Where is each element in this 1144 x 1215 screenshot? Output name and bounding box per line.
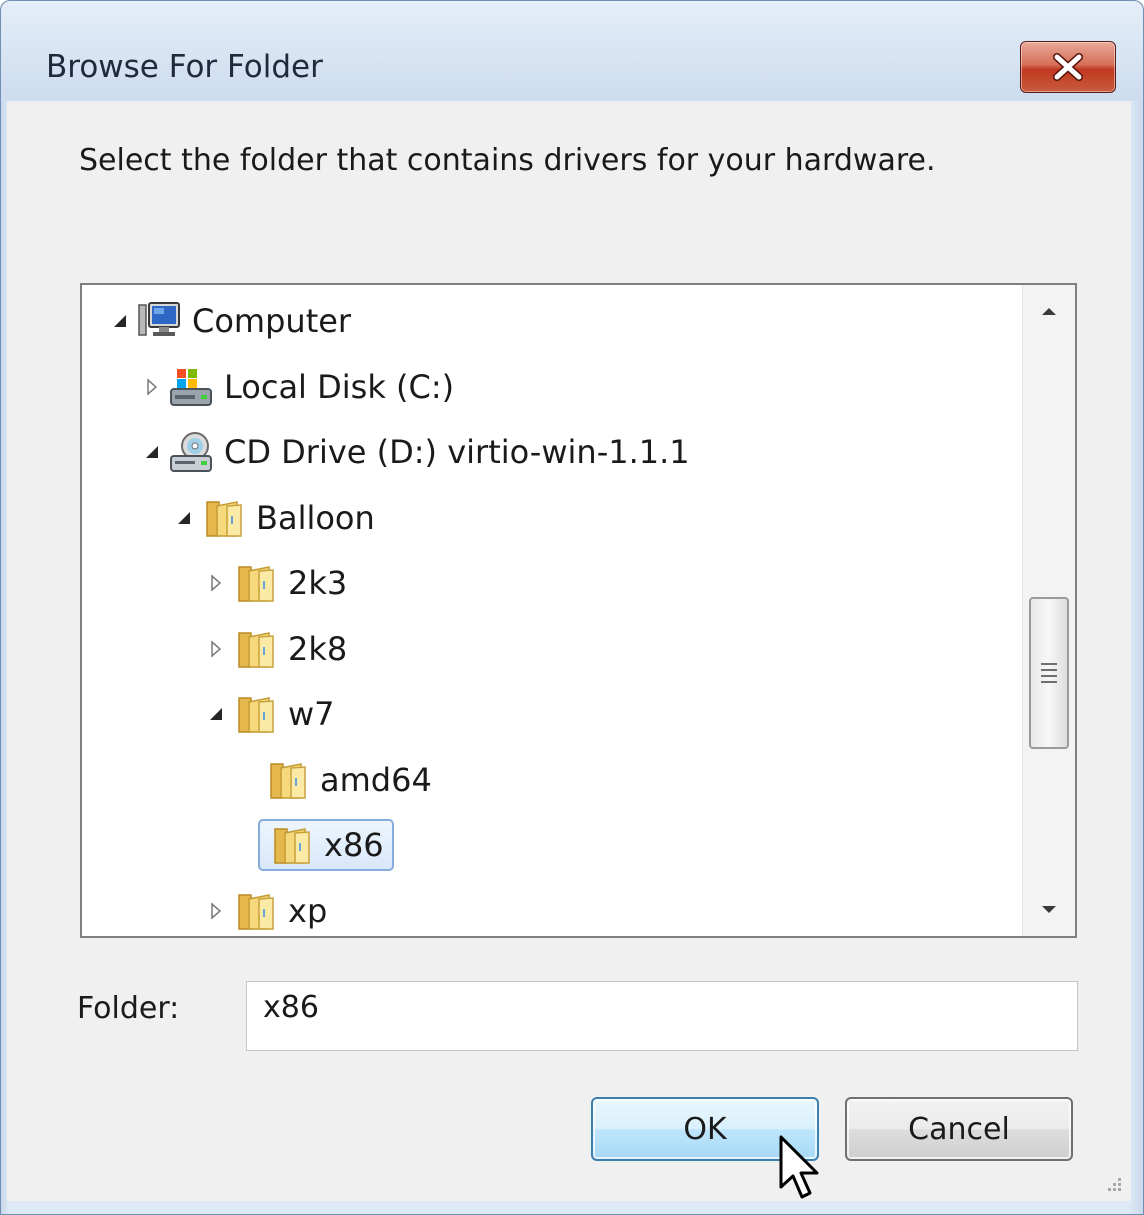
tree-item-content[interactable]: Computer	[130, 298, 351, 344]
browse-for-folder-dialog: Browse For Folder Select the folder that…	[0, 0, 1144, 1215]
local-disk-icon	[168, 364, 214, 410]
folder-input[interactable]	[246, 981, 1078, 1051]
scroll-down-button[interactable]	[1023, 884, 1075, 936]
tree-scrollbar[interactable]	[1022, 285, 1075, 936]
folder-icon	[232, 888, 278, 934]
scroll-thumb[interactable]	[1029, 597, 1069, 749]
collapsed-triangle-icon[interactable]	[206, 573, 226, 593]
computer-icon	[136, 298, 182, 344]
mouse-cursor-icon	[779, 1135, 819, 1199]
folder-icon	[232, 560, 278, 606]
tree-item-label: Local Disk (C:)	[224, 367, 455, 406]
expanded-triangle-icon[interactable]	[110, 311, 130, 331]
tree-item[interactable]: CD Drive (D:) virtio-win-1.1.1	[142, 422, 690, 482]
tree-item-content[interactable]: 2k3	[226, 560, 347, 606]
collapsed-triangle-icon[interactable]	[206, 639, 226, 659]
collapsed-triangle-icon[interactable]	[206, 901, 226, 921]
expanded-triangle-icon[interactable]	[174, 508, 194, 528]
collapsed-triangle-icon[interactable]	[142, 377, 162, 397]
close-x-icon	[1053, 53, 1083, 81]
scroll-down-arrow-icon	[1042, 906, 1056, 913]
folder-icon	[200, 495, 246, 541]
tree-item[interactable]: 2k8	[206, 619, 347, 679]
tree-item-label: 2k3	[288, 564, 348, 602]
tree-item-content[interactable]: w7	[226, 691, 335, 737]
tree-item-label: w7	[288, 695, 335, 733]
cancel-button[interactable]: Cancel	[845, 1097, 1073, 1161]
folder-tree[interactable]: Computer Local Disk (C:) CD Drive (D:) vir…	[80, 283, 1077, 938]
tree-item-label: amd64	[320, 760, 432, 799]
tree-item-content[interactable]: xp	[226, 888, 327, 934]
tree-item[interactable]: xp	[206, 881, 327, 937]
folder-icon	[232, 691, 278, 737]
folder-icon	[232, 626, 278, 672]
dialog-body: Select the folder that contains drivers …	[7, 101, 1131, 1201]
tree-item-content[interactable]: 2k8	[226, 626, 347, 672]
close-button[interactable]	[1020, 41, 1116, 93]
folder-icon	[268, 822, 314, 868]
folder-label: Folder:	[77, 991, 180, 1026]
window-title: Browse For Folder	[46, 49, 323, 85]
title-bar[interactable]: Browse For Folder	[1, 1, 1143, 101]
tree-item[interactable]: Computer	[110, 291, 351, 351]
selected-item-highlight[interactable]: x86	[258, 819, 394, 871]
instruction-text: Select the folder that contains drivers …	[79, 143, 936, 178]
tree-item-content[interactable]: Balloon	[194, 495, 375, 541]
cd-drive-icon	[168, 429, 214, 475]
resize-grip-icon[interactable]	[1103, 1175, 1123, 1195]
tree-item[interactable]: 2k3	[206, 553, 347, 613]
tree-item[interactable]: amd64	[238, 750, 432, 810]
tree-item[interactable]: x86	[238, 815, 394, 875]
tree-item[interactable]: Balloon	[174, 488, 375, 548]
tree-item-label: x86	[324, 826, 384, 864]
tree-item[interactable]: w7	[206, 684, 335, 744]
folder-icon	[264, 757, 310, 803]
scroll-up-button[interactable]	[1023, 285, 1075, 337]
tree-item-label: xp	[288, 891, 328, 930]
tree-item-label: Computer	[192, 302, 352, 340]
tree-item-content[interactable]: Local Disk (C:)	[162, 364, 454, 410]
tree-item-label: Balloon	[256, 498, 375, 537]
scroll-grip-icon	[1041, 659, 1057, 687]
tree-item-label: CD Drive (D:) virtio-win-1.1.1	[224, 433, 690, 471]
tree-item[interactable]: Local Disk (C:)	[142, 357, 454, 417]
scroll-up-arrow-icon	[1042, 308, 1056, 315]
expanded-triangle-icon[interactable]	[142, 442, 162, 462]
tree-item-content[interactable]: CD Drive (D:) virtio-win-1.1.1	[162, 429, 690, 475]
expanded-triangle-icon[interactable]	[206, 704, 226, 724]
tree-item-content[interactable]: amd64	[258, 757, 432, 803]
tree-item-label: 2k8	[288, 629, 348, 668]
